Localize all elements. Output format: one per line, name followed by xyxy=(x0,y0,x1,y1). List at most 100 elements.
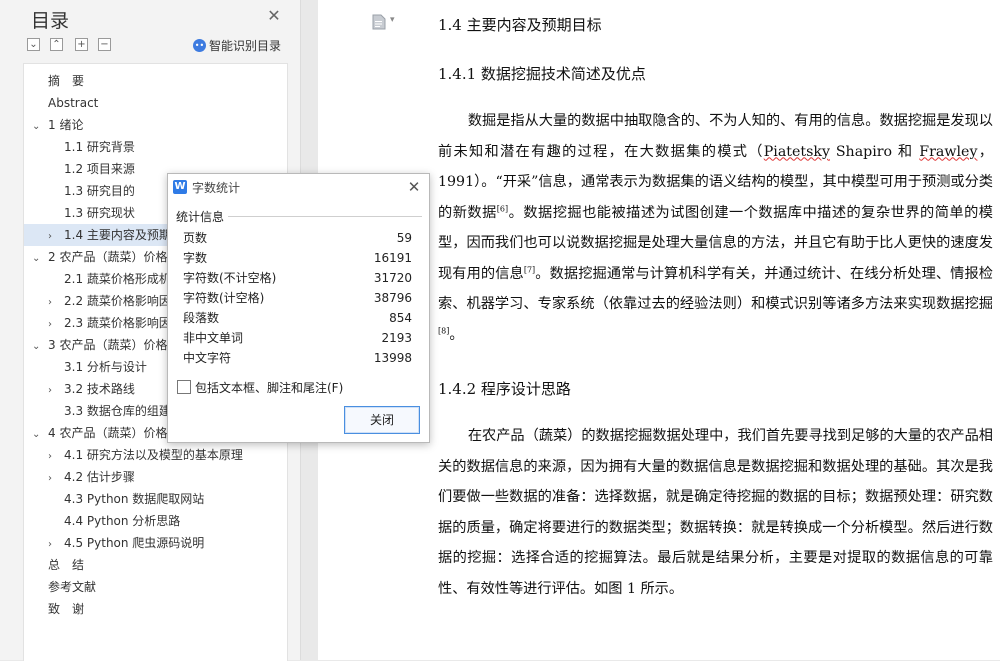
toc-item-label: 4.5 Python 爬虫源码说明 xyxy=(64,536,205,550)
stat-value: 31720 xyxy=(373,271,412,285)
word-count-dialog: W 字数统计 ✕ 统计信息 页数 59 字数 16191 字符数(不计空格) 31720 字… xyxy=(167,173,430,443)
smart-toc-icon: •• xyxy=(193,39,206,52)
stat-row: 非中文单词 2193 xyxy=(183,328,412,348)
toc-item-label: 4.3 Python 数据爬取网站 xyxy=(64,492,205,506)
chevron-right-icon[interactable]: › xyxy=(48,292,60,312)
stat-value: 13998 xyxy=(373,351,412,365)
toc-item[interactable]: › 4.1 研究方法以及模型的基本原理 xyxy=(24,444,287,466)
citation[interactable]: [8] xyxy=(438,326,449,335)
stat-row: 字符数(不计空格) 31720 xyxy=(183,268,412,288)
divider xyxy=(228,216,422,217)
para1-text-b: Shapiro 和 xyxy=(830,143,920,160)
chevron-right-icon[interactable]: › xyxy=(48,534,60,554)
toc-item-label: 4.2 估计步骤 xyxy=(64,470,135,484)
chevron-right-icon[interactable]: › xyxy=(48,468,60,488)
chevron-down-icon[interactable]: ⌄ xyxy=(32,336,44,356)
stat-value: 59 xyxy=(396,231,412,245)
toc-title: 目录 xyxy=(31,10,70,32)
toc-item-label: 2.2 蔬菜价格影响因 xyxy=(64,294,171,308)
toc-item-label: 4.1 研究方法以及模型的基本原理 xyxy=(64,448,243,462)
toc-item-label: 1.2 项目来源 xyxy=(64,162,135,176)
toc-item[interactable]: 4.4 Python 分析思路 xyxy=(24,510,287,532)
citation[interactable]: [7] xyxy=(524,265,535,274)
stat-row: 字数 16191 xyxy=(183,248,412,268)
heading-section-1: 1.4.1 数据挖掘技术简述及优点 xyxy=(438,65,646,83)
toc-item-label: Abstract xyxy=(48,96,99,110)
heading-section-2: 1.4.2 程序设计思路 xyxy=(438,380,571,398)
toc-item-label: 4 农产品（蔬菜）价格 xyxy=(48,426,168,440)
toc-item-label: 4.4 Python 分析思路 xyxy=(64,514,181,528)
chevron-right-icon[interactable]: › xyxy=(48,380,60,400)
heading-main: 1.4 主要内容及预期目标 xyxy=(438,16,602,34)
smart-toc-label: 智能识别目录 xyxy=(209,39,282,53)
smart-toc-button[interactable]: •• 智能识别目录 xyxy=(193,37,281,54)
spell-check-word: Piatetsky xyxy=(763,143,830,160)
toc-item[interactable]: 参考文献 xyxy=(24,576,287,598)
stat-row: 段落数 854 xyxy=(183,308,412,328)
toc-item-label: 3.2 技术路线 xyxy=(64,382,135,396)
toc-item[interactable]: 4.3 Python 数据爬取网站 xyxy=(24,488,287,510)
chevron-right-icon[interactable]: › xyxy=(48,446,60,466)
stat-value: 854 xyxy=(389,311,412,325)
close-icon[interactable]: ✕ xyxy=(266,8,282,24)
add-heading-icon[interactable]: + xyxy=(75,38,88,51)
toc-item[interactable]: 1.1 研究背景 xyxy=(24,136,287,158)
wps-writer-icon: W xyxy=(173,180,187,194)
stat-label: 中文字符 xyxy=(183,351,232,365)
page-icon[interactable] xyxy=(372,14,386,30)
toc-item-label: 3.3 数据仓库的组建 xyxy=(64,404,171,418)
collapse-all-icon[interactable]: ⌄ xyxy=(27,38,40,51)
toc-item-label: 3 农产品（蔬菜）价格 xyxy=(48,338,168,352)
stat-value: 16191 xyxy=(373,251,412,265)
stat-value: 2193 xyxy=(381,331,412,345)
stat-row: 页数 59 xyxy=(183,228,412,248)
toc-item-label: 1.3 研究现状 xyxy=(64,206,135,220)
expand-all-icon[interactable]: ⌃ xyxy=(50,38,63,51)
chevron-down-icon[interactable]: ⌄ xyxy=(32,248,44,268)
toc-item-label: 1.3 研究目的 xyxy=(64,184,135,198)
citation[interactable]: [6] xyxy=(497,204,508,213)
toc-item-label: 2.3 蔬菜价格影响因 xyxy=(64,316,171,330)
stat-label: 字数 xyxy=(183,251,208,265)
include-textbox-checkbox[interactable] xyxy=(177,380,191,394)
toc-item-label: 1.4 主要内容及预期 xyxy=(64,228,171,242)
toc-item[interactable]: ⌄ 1 绪论 xyxy=(24,114,287,136)
toc-item-label: 摘 要 xyxy=(48,74,85,88)
toc-item[interactable]: 总 结 xyxy=(24,554,287,576)
checkbox-label[interactable]: 包括文本框、脚注和尾注(F) xyxy=(195,379,343,396)
toc-item-label: 2 农产品（蔬菜）价格 xyxy=(48,250,168,264)
section-label: 统计信息 xyxy=(176,210,225,224)
chevron-down-icon[interactable]: ⌄ xyxy=(32,116,44,136)
stat-label: 页数 xyxy=(183,231,208,245)
toc-item-label: 1 绪论 xyxy=(48,118,84,132)
stat-label: 段落数 xyxy=(183,311,220,325)
toc-item-label: 1.1 研究背景 xyxy=(64,140,135,154)
stat-label: 字符数(不计空格) xyxy=(183,271,277,285)
chevron-right-icon[interactable]: › xyxy=(48,314,60,334)
stat-label: 字符数(计空格) xyxy=(183,291,265,305)
close-icon[interactable]: ✕ xyxy=(406,179,422,195)
toc-item-label: 总 结 xyxy=(48,558,85,572)
toc-item[interactable]: › 4.2 估计步骤 xyxy=(24,466,287,488)
toc-item-label: 参考文献 xyxy=(48,580,97,594)
chevron-right-icon[interactable]: › xyxy=(48,226,60,246)
chevron-down-icon[interactable]: ⌄ xyxy=(32,424,44,444)
toc-item-label: 2.1 蔬菜价格形成机 xyxy=(64,272,171,286)
para1-text-f: 。 xyxy=(449,326,464,343)
stat-value: 38796 xyxy=(373,291,412,305)
toc-item[interactable]: 致 谢 xyxy=(24,598,287,620)
toc-item-label: 致 谢 xyxy=(48,602,85,616)
toc-item[interactable]: Abstract xyxy=(24,92,287,114)
dialog-titlebar[interactable]: W 字数统计 ✕ xyxy=(168,174,429,200)
toc-item[interactable]: › 4.5 Python 爬虫源码说明 xyxy=(24,532,287,554)
remove-heading-icon[interactable]: − xyxy=(98,38,111,51)
paragraph-1: 数掘是指从大量的数据中抽取隐含的、不为人知的、有用的信息。数据挖掘是发现以前未知… xyxy=(438,106,993,350)
stat-row: 中文字符 13998 xyxy=(183,348,412,368)
dialog-title: 字数统计 xyxy=(192,181,241,195)
toc-item[interactable]: 摘 要 xyxy=(24,70,287,92)
close-button[interactable]: 关闭 xyxy=(344,406,420,434)
paragraph-2: 在农产品（蔬菜）的数据挖掘数据处理中，我们首先要寻找到足够的大量的农产品相关的数… xyxy=(438,428,993,597)
stat-row: 字符数(计空格) 38796 xyxy=(183,288,412,308)
toc-item-label: 3.1 分析与设计 xyxy=(64,360,147,374)
chevron-down-icon[interactable]: ▾ xyxy=(390,15,395,25)
